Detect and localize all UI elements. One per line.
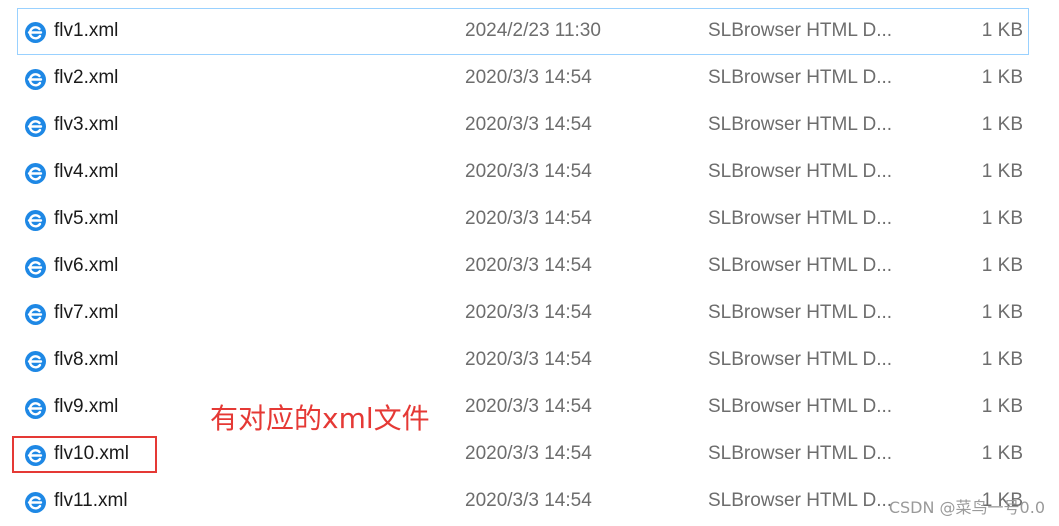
file-name: flv11.xml xyxy=(54,490,128,511)
file-date: 2020/3/3 14:54 xyxy=(465,302,592,323)
browser-file-icon xyxy=(24,256,47,279)
file-name: flv2.xml xyxy=(54,67,119,88)
file-type: SLBrowser HTML D... xyxy=(708,161,893,182)
file-date: 2024/2/23 11:30 xyxy=(465,20,601,41)
file-row[interactable]: flv5.xml 2020/3/3 14:54 SLBrowser HTML D… xyxy=(17,196,1029,243)
file-name: flv6.xml xyxy=(54,255,119,276)
file-row[interactable]: flv7.xml 2020/3/3 14:54 SLBrowser HTML D… xyxy=(17,290,1029,337)
browser-file-icon xyxy=(24,303,47,326)
browser-file-icon xyxy=(24,397,47,420)
file-name: flv3.xml xyxy=(54,114,119,135)
file-row[interactable]: flv11.xml 2020/3/3 14:54 SLBrowser HTML … xyxy=(17,478,1029,525)
file-size: 1 KB xyxy=(981,302,1023,323)
watermark: CSDN @菜鸟一号0.0 xyxy=(888,498,1045,517)
browser-file-icon xyxy=(24,68,47,91)
file-type: SLBrowser HTML D... xyxy=(708,349,893,370)
file-name: flv9.xml xyxy=(54,396,119,417)
browser-file-icon xyxy=(24,115,47,138)
file-date: 2020/3/3 14:54 xyxy=(465,396,592,417)
file-date: 2020/3/3 14:54 xyxy=(465,208,592,229)
file-row[interactable]: flv4.xml 2020/3/3 14:54 SLBrowser HTML D… xyxy=(17,149,1029,196)
file-date: 2020/3/3 14:54 xyxy=(465,161,592,182)
file-date: 2020/3/3 14:54 xyxy=(465,255,592,276)
file-name: flv8.xml xyxy=(54,349,119,370)
file-row[interactable]: flv8.xml 2020/3/3 14:54 SLBrowser HTML D… xyxy=(17,337,1029,384)
browser-file-icon xyxy=(24,491,47,514)
file-size: 1 KB xyxy=(981,255,1023,276)
file-date: 2020/3/3 14:54 xyxy=(465,349,592,370)
file-size: 1 KB xyxy=(981,443,1023,464)
file-list: flv1.xml 2024/2/23 11:30 SLBrowser HTML … xyxy=(0,8,1059,525)
highlight-box xyxy=(12,436,157,473)
browser-file-icon xyxy=(24,350,47,373)
file-size: 1 KB xyxy=(981,161,1023,182)
file-name: flv7.xml xyxy=(54,302,119,323)
file-date: 2020/3/3 14:54 xyxy=(465,490,592,511)
file-row[interactable]: flv3.xml 2020/3/3 14:54 SLBrowser HTML D… xyxy=(17,102,1029,149)
browser-file-icon xyxy=(24,21,47,44)
file-size: 1 KB xyxy=(981,114,1023,135)
file-size: 1 KB xyxy=(981,20,1023,41)
file-size: 1 KB xyxy=(981,67,1023,88)
file-type: SLBrowser HTML D... xyxy=(708,302,893,323)
file-size: 1 KB xyxy=(981,349,1023,370)
file-row[interactable]: flv10.xml 2020/3/3 14:54 SLBrowser HTML … xyxy=(17,431,1029,478)
file-type: SLBrowser HTML D... xyxy=(708,490,893,511)
file-type: SLBrowser HTML D... xyxy=(708,396,893,417)
file-type: SLBrowser HTML D... xyxy=(708,443,893,464)
file-row[interactable]: flv9.xml 2020/3/3 14:54 SLBrowser HTML D… xyxy=(17,384,1029,431)
browser-file-icon xyxy=(24,209,47,232)
file-name: flv1.xml xyxy=(54,20,119,41)
file-type: SLBrowser HTML D... xyxy=(708,208,893,229)
file-type: SLBrowser HTML D... xyxy=(708,114,893,135)
file-row[interactable]: flv1.xml 2024/2/23 11:30 SLBrowser HTML … xyxy=(17,8,1029,55)
file-type: SLBrowser HTML D... xyxy=(708,67,893,88)
file-date: 2020/3/3 14:54 xyxy=(465,443,592,464)
annotation-text: 有对应的xml文件 xyxy=(210,402,430,435)
file-name: flv4.xml xyxy=(54,161,119,182)
file-row[interactable]: flv6.xml 2020/3/3 14:54 SLBrowser HTML D… xyxy=(17,243,1029,290)
file-date: 2020/3/3 14:54 xyxy=(465,67,592,88)
file-type: SLBrowser HTML D... xyxy=(708,255,893,276)
browser-file-icon xyxy=(24,162,47,185)
file-row[interactable]: flv2.xml 2020/3/3 14:54 SLBrowser HTML D… xyxy=(17,55,1029,102)
file-size: 1 KB xyxy=(981,396,1023,417)
file-size: 1 KB xyxy=(981,208,1023,229)
file-date: 2020/3/3 14:54 xyxy=(465,114,592,135)
file-type: SLBrowser HTML D... xyxy=(708,20,893,41)
file-name: flv5.xml xyxy=(54,208,119,229)
